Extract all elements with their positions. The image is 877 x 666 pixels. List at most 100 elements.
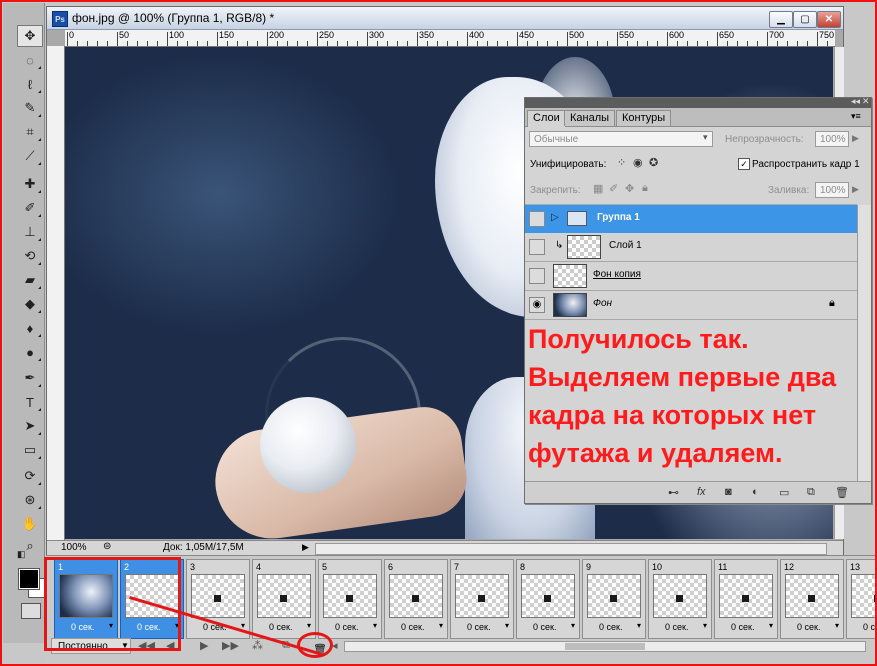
collapse-icon[interactable]: ◂◂ — [851, 96, 860, 107]
frame-delay[interactable]: 0 сек. — [599, 622, 622, 632]
layer-row[interactable]: ◉ Фон 🔒︎ — [525, 291, 857, 320]
eyedropper-tool-icon[interactable]: ⟋ — [17, 145, 43, 167]
expand-arrow-icon[interactable]: ▷ — [551, 212, 559, 223]
delay-dropdown-icon[interactable]: ▾ — [703, 621, 707, 630]
fill-arrow-icon[interactable]: ▶ — [852, 184, 859, 195]
frames-scrollbar[interactable] — [344, 641, 866, 652]
lock-transparency-icon[interactable]: ▦ — [593, 182, 603, 195]
blur-tool-icon[interactable]: ♦ — [17, 317, 43, 339]
animation-frame[interactable]: 6 0 сек. ▾ — [384, 559, 448, 639]
frame-delay[interactable]: 0 сек. — [467, 622, 490, 632]
visibility-toggle[interactable] — [529, 268, 545, 284]
propagate-frame-checkbox[interactable]: ✓ — [738, 158, 750, 170]
default-colors-icon[interactable]: ◧ — [17, 549, 29, 561]
animation-frame[interactable]: 4 0 сек. ▾ — [252, 559, 316, 639]
tab-paths[interactable]: Контуры — [616, 110, 672, 126]
frame-delay[interactable]: 0 сек. — [533, 622, 556, 632]
move-tool-icon[interactable]: ✥ — [17, 25, 43, 47]
restore-button[interactable]: ▢ — [793, 11, 817, 28]
zoom-preset-icon[interactable]: ⊜ — [103, 541, 111, 552]
type-tool-icon[interactable]: T — [17, 391, 43, 413]
layer-row[interactable]: ↳ Слой 1 — [525, 233, 857, 262]
frame-delay[interactable]: 0 сек. — [863, 622, 877, 632]
animation-frame[interactable]: 5 0 сек. ▾ — [318, 559, 382, 639]
horizontal-scrollbar[interactable] — [315, 543, 827, 555]
layers-scrollbar[interactable] — [857, 205, 871, 481]
dodge-tool-icon[interactable]: ● — [17, 341, 43, 363]
delay-dropdown-icon[interactable]: ▾ — [637, 621, 641, 630]
next-frame-icon[interactable]: ▶▶ — [222, 639, 239, 652]
animation-frame[interactable]: 11 0 сек. ▾ — [714, 559, 778, 639]
delay-dropdown-icon[interactable]: ▾ — [769, 621, 773, 630]
animation-frame[interactable]: 12 0 сек. ▾ — [780, 559, 844, 639]
frame-delay[interactable]: 0 сек. — [335, 622, 358, 632]
animation-frame[interactable]: 10 0 сек. ▾ — [648, 559, 712, 639]
delay-dropdown-icon[interactable]: ▾ — [571, 621, 575, 630]
layer-row[interactable]: ▷ Группа 1 — [525, 204, 857, 234]
zoom-level[interactable]: 100% — [61, 542, 99, 554]
animation-frame[interactable]: 9 0 сек. ▾ — [582, 559, 646, 639]
marquee-tool-icon[interactable]: ◌ — [17, 49, 43, 71]
frame-delay[interactable]: 0 сек. — [269, 622, 292, 632]
layer-row[interactable]: Фон копия — [525, 262, 857, 291]
new-group-icon[interactable]: ▭ — [779, 486, 789, 499]
lock-position-icon[interactable]: ✥ — [625, 182, 634, 195]
fill-input[interactable]: 100% — [815, 182, 849, 198]
lasso-tool-icon[interactable]: ℓ — [17, 73, 43, 95]
animation-frame[interactable]: 130 сек.▾ — [846, 559, 877, 639]
opacity-input[interactable]: 100% — [815, 131, 849, 147]
animation-frame[interactable]: 8 0 сек. ▾ — [516, 559, 580, 639]
fx-icon[interactable]: fx — [697, 486, 706, 498]
hand-tool-icon[interactable]: ✋ — [17, 513, 43, 535]
pen-tool-icon[interactable]: ✒ — [17, 367, 43, 389]
status-menu-arrow-icon[interactable]: ▶ — [302, 542, 309, 553]
animation-frame[interactable]: 30 сек. ▾ — [186, 559, 250, 639]
lock-pixels-icon[interactable]: ✐ — [609, 182, 618, 195]
delay-dropdown-icon[interactable]: ▾ — [439, 621, 443, 630]
panel-menu-icon[interactable]: ▾≡ — [851, 111, 861, 122]
unify-visibility-icon[interactable]: ◉ — [633, 156, 643, 169]
unify-style-icon[interactable]: ✪ — [649, 156, 658, 169]
visibility-toggle[interactable] — [529, 239, 545, 255]
adjustment-layer-icon[interactable]: ◐ — [752, 486, 759, 498]
frame-delay[interactable]: 0 сек. — [665, 622, 688, 632]
history-brush-tool-icon[interactable]: ⟲ — [17, 245, 43, 267]
new-layer-icon[interactable]: ⧉ — [807, 486, 815, 499]
unify-position-icon[interactable]: ⁘ — [617, 156, 626, 169]
blend-mode-select[interactable]: Обычные — [529, 131, 713, 147]
tab-layers[interactable]: Слои — [527, 110, 566, 127]
tween-icon[interactable]: ⁂ — [252, 639, 263, 652]
path-select-tool-icon[interactable]: ➤ — [17, 415, 43, 437]
delay-dropdown-icon[interactable]: ▾ — [835, 621, 839, 630]
stamp-tool-icon[interactable]: ⊥ — [17, 221, 43, 243]
delay-dropdown-icon[interactable]: ▾ — [307, 621, 311, 630]
eraser-tool-icon[interactable]: ▰ — [17, 269, 43, 291]
close-button[interactable]: ✕ — [817, 11, 841, 28]
brush-tool-icon[interactable]: ✐ — [17, 197, 43, 219]
foreground-color-swatch[interactable] — [18, 568, 40, 590]
add-mask-icon[interactable]: ◙ — [725, 486, 732, 498]
minimize-button[interactable]: ▁ — [769, 11, 793, 28]
frame-delay[interactable]: 0 сек. — [401, 622, 424, 632]
shape-tool-icon[interactable]: ▭ — [17, 439, 43, 461]
scroll-thumb[interactable] — [565, 643, 645, 650]
play-icon[interactable]: ▶ — [200, 639, 208, 652]
eye-icon[interactable]: ◉ — [529, 297, 545, 313]
frame-delay[interactable]: 0 сек. — [731, 622, 754, 632]
3d-orbit-tool-icon[interactable]: ⊛ — [17, 489, 43, 511]
delay-dropdown-icon[interactable]: ▾ — [505, 621, 509, 630]
tab-channels[interactable]: Каналы — [564, 110, 616, 126]
quick-mask-button[interactable] — [21, 603, 41, 619]
delete-layer-icon[interactable]: 🗑︎ — [835, 486, 849, 499]
healing-brush-tool-icon[interactable]: ✚ — [17, 173, 43, 195]
panel-close-icon[interactable]: ✕ — [862, 96, 870, 107]
delay-dropdown-icon[interactable]: ▾ — [373, 621, 377, 630]
lock-all-icon[interactable]: 🔒︎ — [642, 182, 648, 195]
quick-select-tool-icon[interactable]: ✎ — [17, 97, 43, 119]
visibility-toggle[interactable] — [529, 211, 545, 227]
frame-delay[interactable]: 0 сек. — [797, 622, 820, 632]
link-icon[interactable]: ⊷ — [668, 486, 679, 499]
bucket-tool-icon[interactable]: ◆ — [17, 293, 43, 315]
crop-tool-icon[interactable]: ⌗ — [17, 121, 43, 143]
3d-rotate-tool-icon[interactable]: ⟳ — [17, 465, 43, 487]
